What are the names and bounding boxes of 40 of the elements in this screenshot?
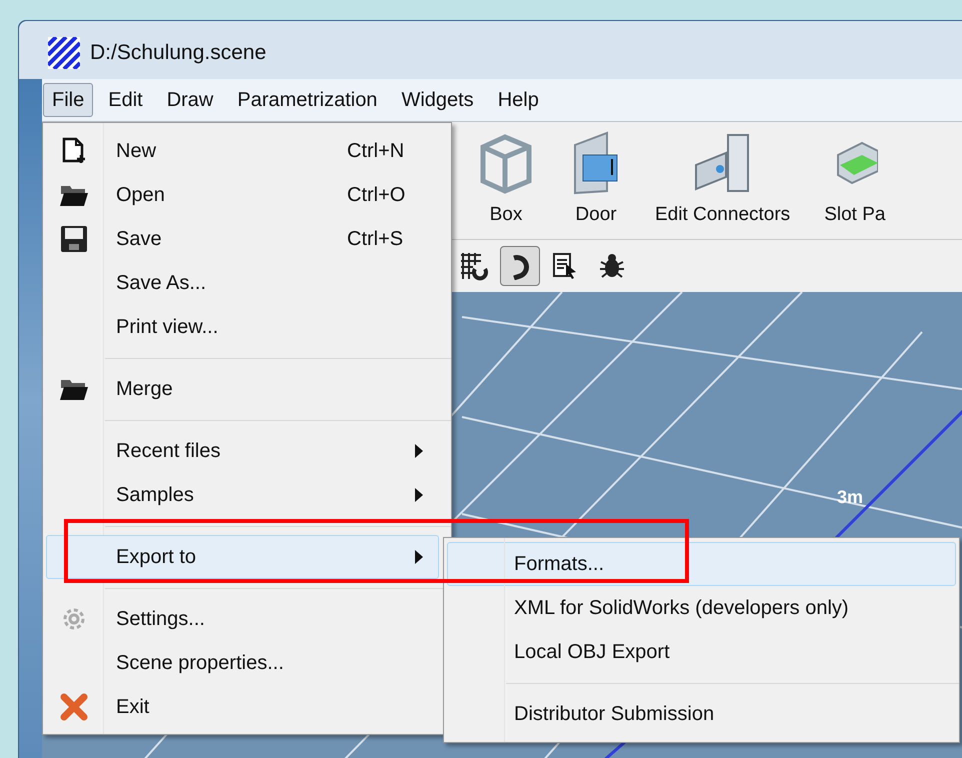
distance-label: 3m (837, 486, 864, 509)
menu-entry[interactable]: New Ctrl+N (46, 129, 439, 173)
menu-item[interactable]: Widgets (392, 83, 483, 117)
bug-icon (598, 252, 626, 280)
toolbar-toggle[interactable] (500, 246, 540, 286)
menu-entry[interactable]: Samples (46, 473, 439, 517)
submenu-arrow-icon (415, 444, 423, 458)
menu-entry[interactable]: Recent files (46, 429, 439, 473)
menu-entry[interactable]: Export to (46, 535, 439, 579)
menu-entry[interactable]: Print view... (46, 305, 439, 349)
menu-entry[interactable]: Formats... (447, 542, 956, 586)
menu-item[interactable]: Edit (99, 83, 152, 117)
toolbar-button[interactable]: Door (563, 130, 629, 229)
menu-entry[interactable]: Merge (46, 367, 439, 411)
menu-item[interactable]: File (43, 83, 94, 117)
submenu-arrow-icon (415, 488, 423, 502)
shortcut-label: Ctrl+N (347, 139, 404, 164)
menu-entry[interactable]: XML for SolidWorks (developers only) (447, 586, 956, 630)
menu-entry[interactable]: Settings... (46, 597, 439, 641)
striped-logo-icon (48, 37, 80, 69)
menu-entry[interactable]: Save Ctrl+S (46, 217, 439, 261)
shortcut-label: Ctrl+S (347, 227, 404, 252)
menu-entry[interactable]: Exit (46, 685, 439, 729)
close-icon (59, 692, 89, 722)
menu-entry[interactable]: Local OBJ Export (447, 630, 956, 674)
grid-magnet-icon (459, 251, 489, 281)
menu-entry[interactable]: Distributor Submission (447, 692, 956, 736)
toolbar-button[interactable]: Edit Connectors (647, 130, 798, 229)
window-title: D:/Schulung.scene (90, 40, 266, 66)
submenu-arrow-icon (415, 550, 423, 564)
shortcut-label: Ctrl+O (347, 183, 406, 208)
menu-item[interactable]: Draw (158, 83, 222, 117)
menu-item[interactable]: Help (488, 83, 548, 117)
menu-entry[interactable]: Scene properties... (46, 641, 439, 685)
toolbar-button[interactable]: Slot Pa (816, 130, 894, 229)
menu-entry[interactable]: Open Ctrl+O (46, 173, 439, 217)
menu-entry[interactable]: Save As... (46, 261, 439, 305)
menu-item[interactable]: Parametrization (228, 83, 386, 117)
new-file-icon (61, 137, 87, 165)
toolbar-button[interactable]: Box (467, 130, 545, 229)
